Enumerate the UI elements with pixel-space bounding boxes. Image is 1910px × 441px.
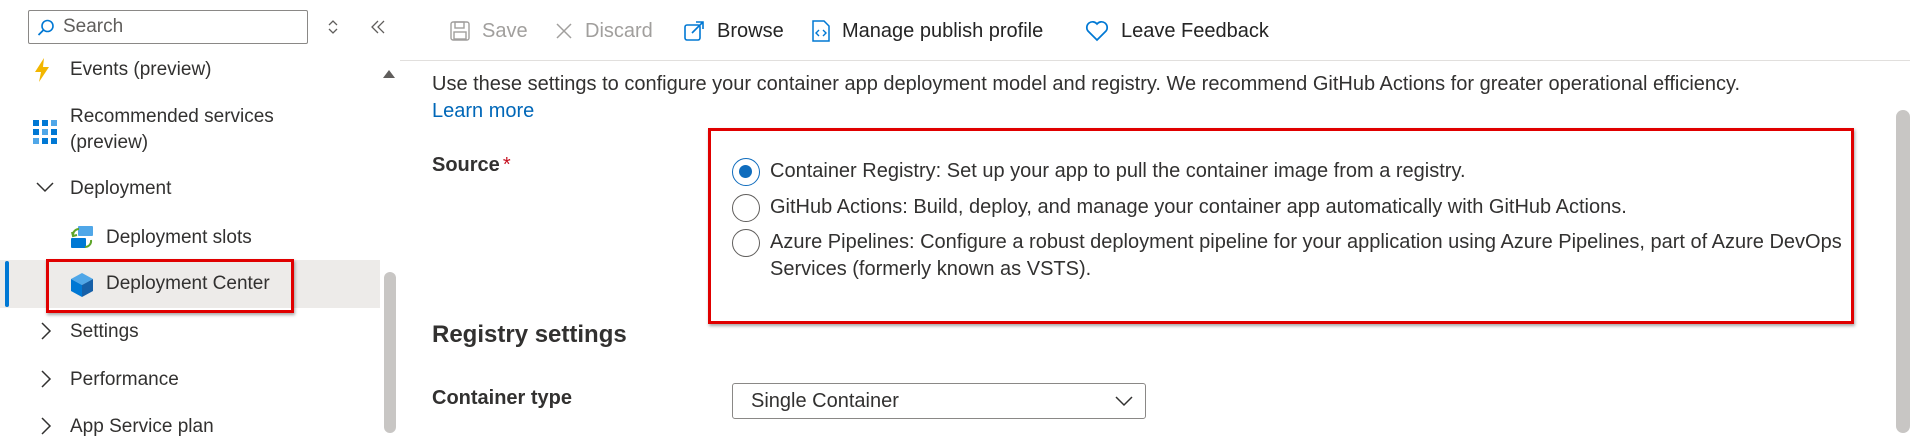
- highlight-box-nav: [46, 259, 294, 313]
- publish-profile-icon: [812, 20, 830, 42]
- chevron-right-icon: [40, 322, 52, 340]
- sidebar-group-label: Settings: [70, 321, 139, 342]
- registry-settings-heading: Registry settings: [432, 321, 627, 348]
- sidebar-group-settings[interactable]: Settings: [0, 318, 380, 346]
- browse-button[interactable]: Browse: [683, 14, 784, 48]
- source-label: Source *: [432, 154, 511, 177]
- sidebar-item-recommended-services[interactable]: Recommended services (preview): [0, 104, 380, 158]
- open-external-icon: [683, 20, 705, 42]
- save-icon: [450, 21, 470, 41]
- slots-icon: [69, 225, 95, 251]
- intro-description: Use these settings to configure your con…: [432, 73, 1741, 95]
- save-label: Save: [482, 19, 528, 42]
- browse-label: Browse: [717, 19, 784, 42]
- container-type-value: Single Container: [751, 389, 899, 412]
- required-asterisk: *: [502, 154, 511, 176]
- sidebar-group-app-service-plan[interactable]: App Service plan: [0, 413, 380, 441]
- scroll-up-arrow-icon[interactable]: [382, 68, 396, 80]
- sidebar-item-label-line1: Recommended services: [70, 106, 274, 127]
- heart-icon: [1085, 20, 1109, 42]
- main-scrollbar-thumb[interactable]: [1896, 110, 1910, 433]
- leave-feedback-label: Leave Feedback: [1121, 19, 1269, 42]
- container-type-dropdown[interactable]: Single Container: [732, 383, 1146, 419]
- sidebar-item-label: Events (preview): [70, 59, 212, 80]
- sort-toggle-icon[interactable]: [322, 16, 344, 38]
- chevron-down-icon: [1115, 396, 1133, 407]
- chevron-down-icon: [36, 181, 54, 193]
- learn-more-link[interactable]: Learn more: [432, 100, 534, 122]
- sidebar-scrollbar-thumb[interactable]: [384, 272, 396, 433]
- save-button[interactable]: Save: [450, 14, 528, 48]
- command-bar: Save Discard Browse Manage publish profi…: [400, 0, 1910, 61]
- source-label-text: Source: [432, 154, 500, 176]
- chevron-right-icon: [40, 417, 52, 435]
- chevron-right-icon: [40, 370, 52, 388]
- grid-icon: [33, 120, 57, 144]
- highlight-box-source: [708, 128, 1854, 324]
- sidebar-item-deployment-slots[interactable]: Deployment slots: [0, 223, 380, 253]
- sidebar-group-performance[interactable]: Performance: [0, 366, 380, 394]
- lightning-icon: [33, 57, 51, 83]
- manage-publish-label: Manage publish profile: [842, 19, 1044, 42]
- sidebar-group-label: Deployment: [70, 178, 172, 199]
- main-content: Use these settings to configure your con…: [400, 61, 1880, 433]
- search-input[interactable]: [63, 15, 293, 39]
- search-icon: [37, 19, 54, 36]
- sidebar-group-label: App Service plan: [70, 416, 214, 437]
- sidebar-group-label: Performance: [70, 369, 179, 390]
- sidebar-search-box[interactable]: [28, 10, 308, 44]
- sidebar-item-label-line2: (preview): [70, 132, 149, 153]
- sidebar: Events (preview) Recommended services (p…: [0, 0, 396, 437]
- intro-text: Use these settings to configure your con…: [432, 71, 1852, 125]
- sidebar-item-events[interactable]: Events (preview): [0, 55, 380, 85]
- discard-button[interactable]: Discard: [555, 14, 653, 48]
- sidebar-group-deployment[interactable]: Deployment: [0, 175, 380, 203]
- container-type-label: Container type: [432, 387, 573, 409]
- close-icon: [555, 22, 573, 40]
- collapse-sidebar-icon[interactable]: [366, 16, 390, 38]
- selected-indicator: [5, 261, 9, 307]
- discard-label: Discard: [585, 19, 653, 42]
- manage-publish-profile-button[interactable]: Manage publish profile: [812, 14, 1043, 48]
- sidebar-item-label: Deployment slots: [106, 227, 252, 248]
- leave-feedback-button[interactable]: Leave Feedback: [1085, 14, 1269, 48]
